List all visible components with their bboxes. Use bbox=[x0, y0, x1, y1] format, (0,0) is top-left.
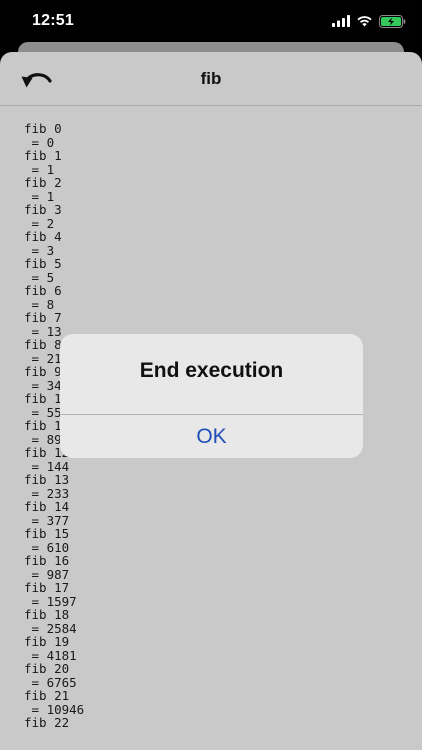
output-line: fib 2 bbox=[24, 175, 62, 190]
output-line: fib 0 bbox=[24, 121, 62, 136]
undo-arrow-icon bbox=[21, 73, 52, 88]
ok-button[interactable]: OK bbox=[60, 415, 363, 458]
output-line: fib 21 bbox=[24, 688, 70, 703]
output-line: = 1 bbox=[24, 161, 55, 177]
output-line: = 610 bbox=[24, 539, 70, 555]
output-line: fib 4 bbox=[24, 229, 62, 244]
output-line: fib 16 bbox=[24, 553, 70, 568]
output-line: fib 13 bbox=[24, 472, 70, 487]
nav-bar: fib bbox=[0, 52, 422, 106]
output-line: fib 5 bbox=[24, 256, 62, 271]
output-line: fib 14 bbox=[24, 499, 70, 514]
output-line: = 377 bbox=[24, 512, 70, 528]
output-line: fib 1 bbox=[24, 148, 62, 163]
output-line: fib 15 bbox=[24, 526, 70, 541]
output-line: = 2584 bbox=[24, 620, 77, 636]
output-line: fib 3 bbox=[24, 202, 62, 217]
output-line: fib 7 bbox=[24, 310, 62, 325]
signal-icon bbox=[332, 15, 350, 27]
output-line: fib 17 bbox=[24, 580, 70, 595]
output-line: = 233 bbox=[24, 485, 70, 501]
alert-title: End execution bbox=[139, 359, 284, 382]
output-line: = 4181 bbox=[24, 647, 77, 663]
output-line: fib 22 bbox=[24, 715, 70, 730]
back-button[interactable] bbox=[18, 64, 54, 94]
output-line: fib 6 bbox=[24, 283, 62, 298]
battery-charging-icon bbox=[379, 14, 406, 28]
status-time: 12:51 bbox=[32, 12, 74, 29]
page-title: fib bbox=[200, 69, 222, 88]
output-line: fib 20 bbox=[24, 661, 70, 676]
output-line: = 10946 bbox=[24, 701, 85, 717]
output-line: = 6765 bbox=[24, 674, 77, 690]
output-line: = 2 bbox=[24, 215, 55, 231]
output-line: = 1 bbox=[24, 188, 55, 204]
output-line: = 3 bbox=[24, 242, 55, 258]
output-line: fib 19 bbox=[24, 634, 70, 649]
output-line: = 5 bbox=[24, 269, 55, 285]
output-line: = 987 bbox=[24, 566, 70, 582]
status-icons bbox=[332, 13, 406, 29]
wifi-icon bbox=[357, 16, 372, 27]
output-line: = 1597 bbox=[24, 593, 77, 609]
output-line: = 0 bbox=[24, 134, 55, 150]
output-line: fib 18 bbox=[24, 607, 70, 622]
status-bar: 12:51 bbox=[0, 0, 422, 42]
alert-dialog: End execution OK bbox=[60, 334, 363, 458]
output-line: = 8 bbox=[24, 296, 55, 312]
output-line: = 144 bbox=[24, 458, 70, 474]
